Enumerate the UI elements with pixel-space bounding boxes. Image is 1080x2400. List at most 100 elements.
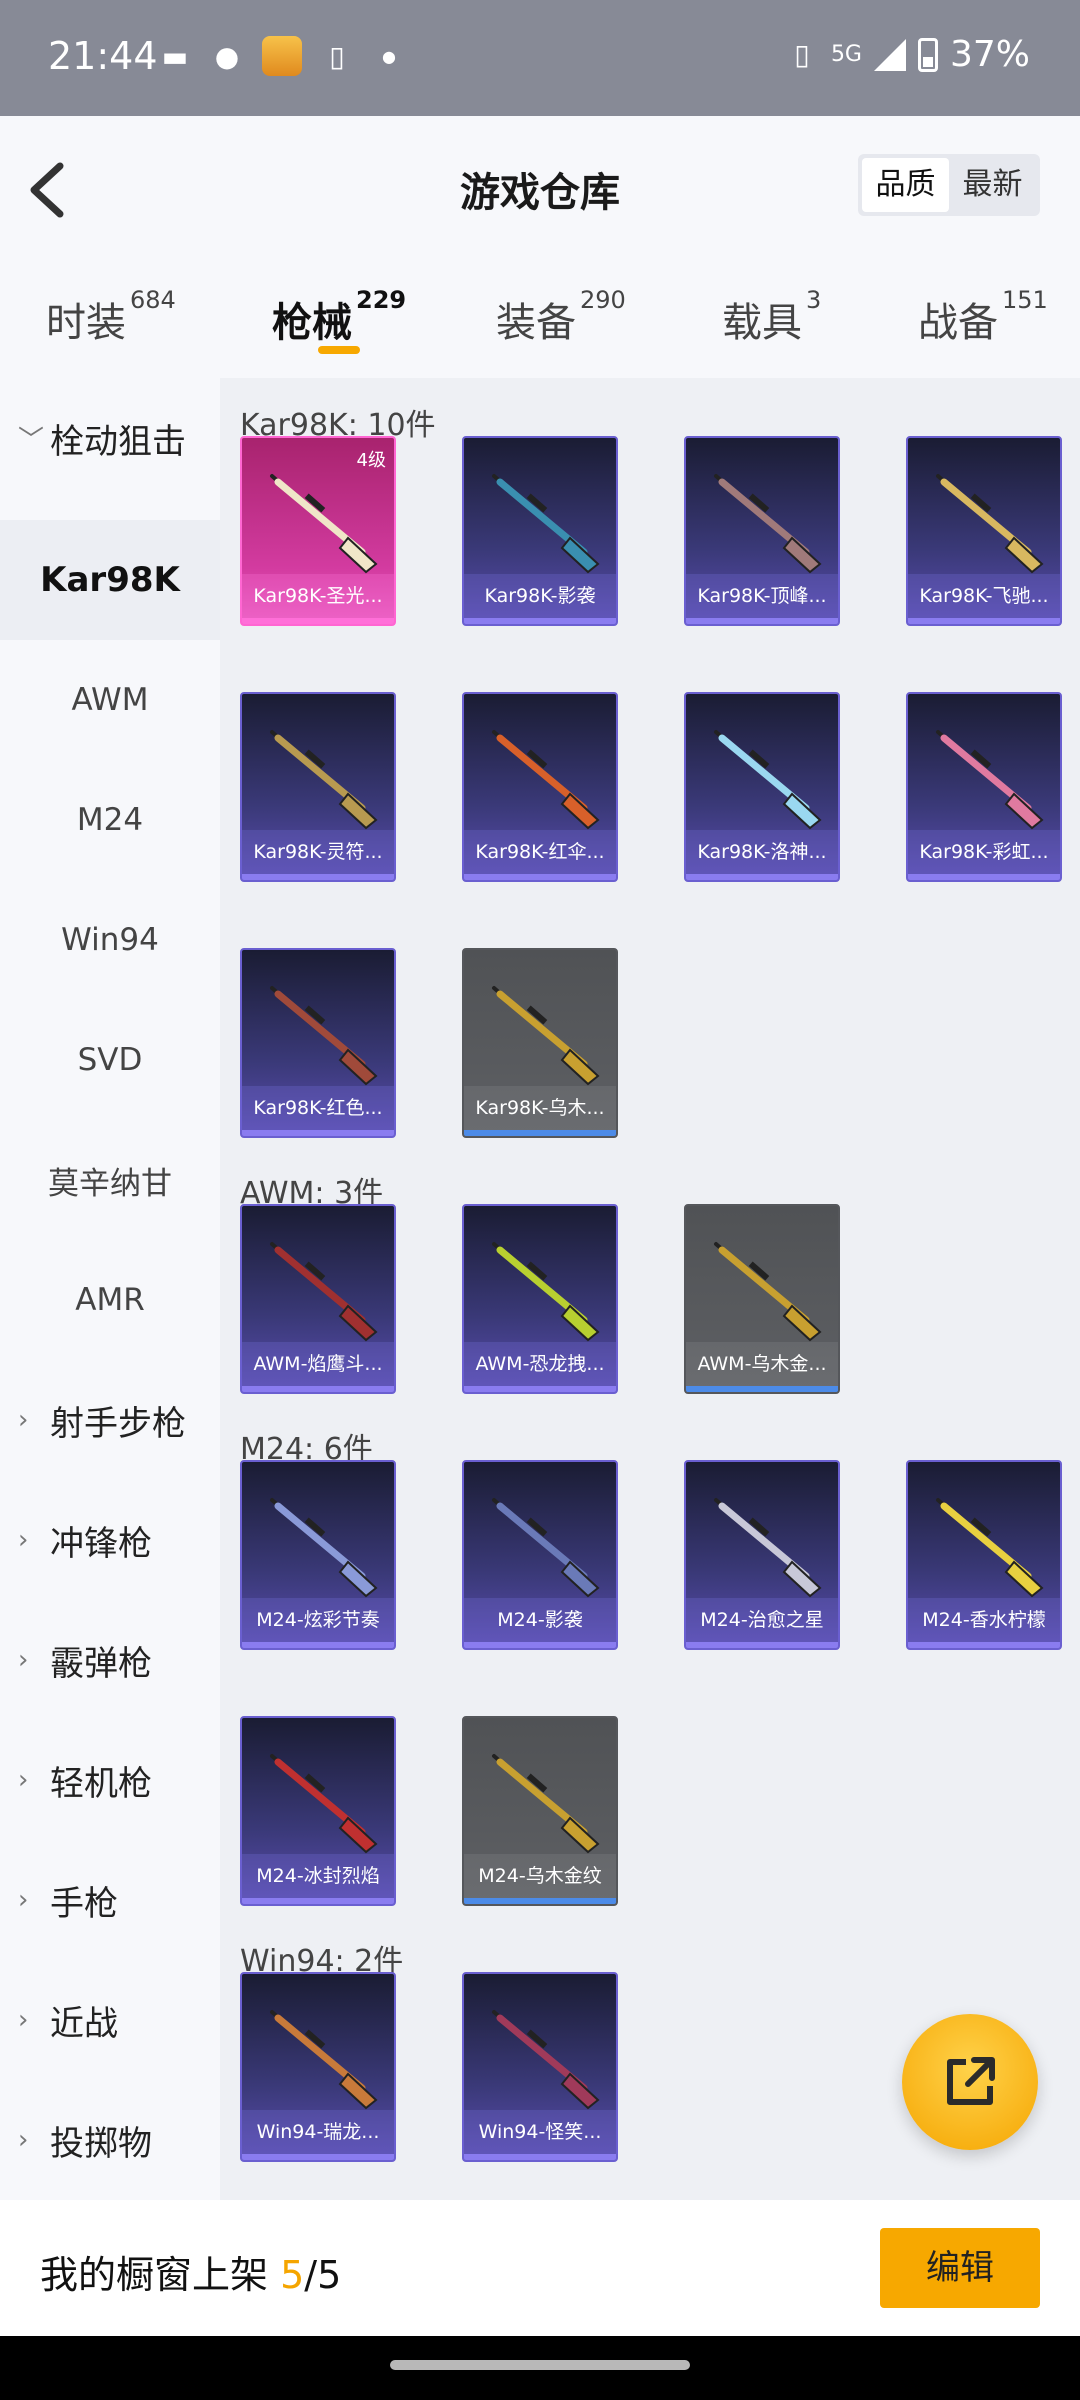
skin-card[interactable]: 4级 Kar98K-圣光... — [240, 436, 396, 626]
rifle-icon — [270, 474, 378, 574]
tab-count: 229 — [356, 286, 407, 314]
chevron-down-icon: ﹀ — [18, 425, 45, 456]
skin-card[interactable]: M24-乌木金纹 — [462, 1716, 618, 1906]
battery-icon — [917, 37, 938, 72]
home-gesture-handle[interactable] — [390, 2360, 690, 2370]
sidebar-group-smg[interactable]: › 冲锋枪 — [0, 1480, 220, 1600]
inventory-grid: Kar98K: 10件 4级 Kar98K-圣光... Kar98K-影袭 Kar98K… — [220, 378, 1080, 2200]
sidebar-item-svd[interactable]: SVD — [0, 1000, 220, 1120]
sidebar-group-bolt-action[interactable]: ﹀ 栓动狙击 — [0, 378, 220, 498]
tab-count: 290 — [580, 286, 626, 314]
sort-quality-button[interactable]: 品质 — [862, 158, 949, 212]
tab-label: 载具 — [722, 300, 802, 346]
level-badge: 4级 — [356, 450, 386, 471]
sidebar-item-amr[interactable]: AMR — [0, 1240, 220, 1360]
share-button[interactable] — [902, 2014, 1038, 2150]
sidebar-group-pistol[interactable]: › 手枪 — [0, 1840, 220, 1960]
signal-icon — [873, 38, 906, 71]
rifle-icon — [492, 2010, 600, 2110]
header: 游戏仓库 品质 最新 — [0, 116, 1080, 260]
skin-card[interactable]: Kar98K-红伞... — [462, 692, 618, 882]
skin-name: Kar98K-飞驰... — [908, 574, 1060, 618]
skin-card[interactable]: M24-冰封烈焰 — [240, 1716, 396, 1906]
sidebar-group-label: 栓动狙击 — [50, 421, 186, 462]
sidebar-item-mosin[interactable]: 莫辛纳甘 — [0, 1120, 220, 1240]
skin-name: Win94-怪笑... — [464, 2110, 616, 2154]
rifle-icon — [270, 986, 378, 1086]
skin-card[interactable]: Kar98K-红色... — [240, 948, 396, 1138]
edit-button[interactable]: 编辑 — [880, 2228, 1040, 2308]
wechat-icon: ● — [214, 39, 240, 73]
more-dot-icon: ● — [382, 46, 396, 66]
skin-name: Win94-瑞龙... — [242, 2110, 394, 2154]
sidebar-group-label: 射手步枪 — [50, 1403, 186, 1444]
skin-card[interactable]: M24-香水柠檬 — [906, 1460, 1062, 1650]
showcase-count: 5 — [280, 2253, 305, 2297]
skin-name: M24-治愈之星 — [686, 1598, 838, 1642]
rifle-icon — [270, 1242, 378, 1342]
skin-name: Kar98K-影袭 — [464, 574, 616, 618]
chevron-right-icon: › — [18, 1765, 29, 1795]
showcase-total: /5 — [304, 2253, 342, 2297]
rifle-icon — [936, 474, 1044, 574]
skin-card[interactable]: M24-影袭 — [462, 1460, 618, 1650]
message-icon: ▬ — [161, 39, 189, 73]
battery-level: 37% — [949, 34, 1030, 75]
skin-card[interactable]: M24-治愈之星 — [684, 1460, 840, 1650]
tab-count: 684 — [130, 286, 176, 314]
skin-card[interactable]: Win94-怪笑... — [462, 1972, 618, 2162]
game-app-icon — [262, 36, 302, 76]
skin-card[interactable]: M24-炫彩节奏 — [240, 1460, 396, 1650]
skin-card[interactable]: Kar98K-顶峰... — [684, 436, 840, 626]
tab-equipment[interactable]: 装备 290 — [496, 286, 626, 348]
skin-name: AWM-乌木金... — [686, 1342, 838, 1386]
sidebar-group-melee[interactable]: › 近战 — [0, 1960, 220, 2080]
network-type: 5G — [830, 42, 862, 67]
skin-card[interactable]: AWM-焰鹰斗... — [240, 1204, 396, 1394]
skin-card[interactable]: Win94-瑞龙... — [240, 1972, 396, 2162]
active-tab-indicator — [318, 346, 360, 354]
skin-card[interactable]: Kar98K-灵符... — [240, 692, 396, 882]
rifle-icon — [492, 1242, 600, 1342]
status-time: 21:44 — [48, 34, 158, 78]
sidebar-item-m24[interactable]: M24 — [0, 760, 220, 880]
tab-supplies[interactable]: 战备 151 — [918, 286, 1048, 348]
skin-card[interactable]: Kar98K-洛神... — [684, 692, 840, 882]
chevron-right-icon: › — [18, 1885, 29, 1915]
sidebar-item-kar98k[interactable]: Kar98K — [0, 520, 220, 640]
skin-card[interactable]: AWM-乌木金... — [684, 1204, 840, 1394]
tab-label: 装备 — [496, 300, 576, 346]
skin-name: M24-冰封烈焰 — [242, 1854, 394, 1898]
rifle-icon — [714, 1498, 822, 1598]
tab-firearms[interactable]: 枪械 229 — [272, 286, 406, 348]
sidebar-group-lmg[interactable]: › 轻机枪 — [0, 1720, 220, 1840]
rifle-icon — [270, 1498, 378, 1598]
rifle-icon — [270, 2010, 378, 2110]
showcase-status: 我的橱窗上架 5/5 — [40, 2244, 341, 2299]
chevron-right-icon: › — [18, 1525, 29, 1555]
tab-label: 时装 — [46, 300, 126, 346]
system-nav-bar — [0, 2336, 1080, 2400]
sidebar-group-dmr[interactable]: › 射手步枪 — [0, 1360, 220, 1480]
sidebar-group-label: 轻机枪 — [50, 1763, 152, 1804]
status-right: ▯ 5G 37% — [785, 34, 1030, 75]
sidebar-item-win94[interactable]: Win94 — [0, 880, 220, 1000]
skin-card[interactable]: Kar98K-影袭 — [462, 436, 618, 626]
rifle-icon — [270, 730, 378, 830]
sidebar-group-shotgun[interactable]: › 霰弹枪 — [0, 1600, 220, 1720]
skin-name: Kar98K-洛神... — [686, 830, 838, 874]
skin-card[interactable]: AWM-恐龙拽... — [462, 1204, 618, 1394]
sort-newest-button[interactable]: 最新 — [949, 158, 1036, 212]
skin-card[interactable]: Kar98K-飞驰... — [906, 436, 1062, 626]
vibrate-icon: ▯ — [794, 38, 810, 71]
skin-card[interactable]: Kar98K-乌木... — [462, 948, 618, 1138]
sidebar-group-label: 手枪 — [50, 1883, 118, 1924]
tab-fashion[interactable]: 时装 684 — [46, 286, 176, 348]
skin-name: Kar98K-彩虹... — [908, 830, 1060, 874]
tab-vehicles[interactable]: 载具 3 — [722, 286, 821, 348]
category-sidebar: ﹀ 栓动狙击 Kar98K AWM M24 Win94 SVD 莫辛纳甘 AMR… — [0, 378, 220, 2200]
skin-card[interactable]: Kar98K-彩虹... — [906, 692, 1062, 882]
sidebar-group-throwable[interactable]: › 投掷物 — [0, 2080, 220, 2200]
sidebar-item-awm[interactable]: AWM — [0, 640, 220, 760]
tab-label: 战备 — [918, 300, 998, 346]
